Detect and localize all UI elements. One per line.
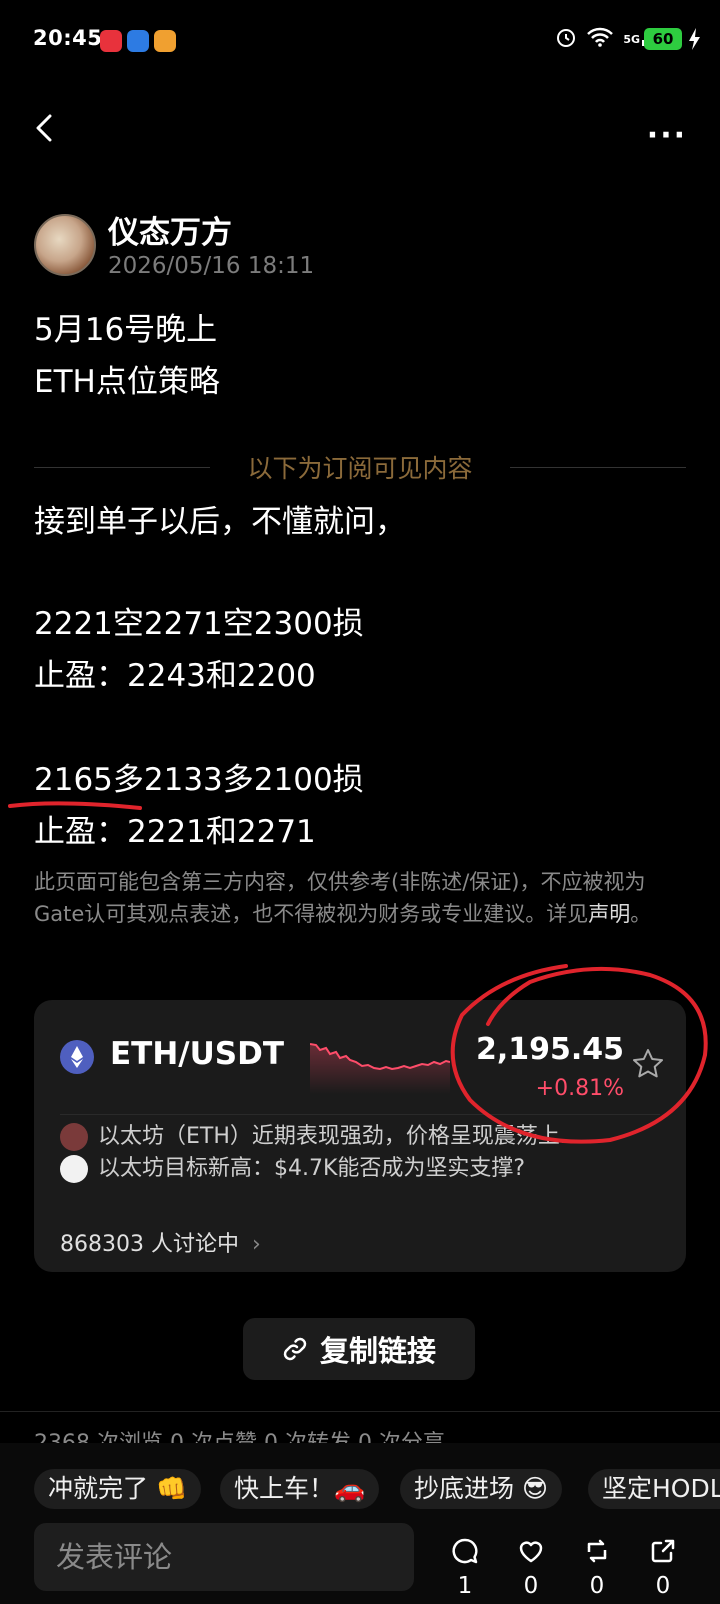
- link-icon: [283, 1337, 307, 1361]
- disclaimer-link[interactable]: 声明: [588, 902, 630, 926]
- author-name[interactable]: 仪态万方: [108, 207, 232, 252]
- news-title: 以太坊目标新高：$4.7K能否成为坚实支撑?: [98, 1156, 526, 1181]
- disclaimer: 此页面可能包含第三方内容，仅供参考(非陈述/保证)，不应被视为Gate认可其观点…: [34, 866, 684, 930]
- separator: [0, 1411, 720, 1412]
- battery-indicator: 60: [644, 28, 682, 50]
- content-line: 止盈：2221和2271: [34, 814, 316, 850]
- comment-input[interactable]: 发表评论: [34, 1523, 414, 1591]
- app-notification-icon: [100, 30, 122, 52]
- comment-count: 1: [457, 1573, 473, 1599]
- news-title: 以太坊（ETH）近期表现强劲，价格呈现震荡上...: [98, 1124, 581, 1149]
- like-count: 0: [523, 1573, 539, 1599]
- card-divider: [60, 1114, 660, 1115]
- copy-link-button[interactable]: 复制链接: [243, 1318, 475, 1380]
- repost-count: 0: [589, 1573, 605, 1599]
- favorite-star-icon[interactable]: [630, 1046, 666, 1082]
- ticker-pair: ETH/USDT: [110, 1036, 284, 1072]
- status-bar: 20:45 5G 60: [0, 0, 720, 82]
- charging-icon: [689, 28, 700, 50]
- content-line: 2165多2133多2100损: [34, 762, 364, 798]
- news-item[interactable]: 以太坊（ETH）近期表现强劲，价格呈现震荡上...: [60, 1118, 581, 1151]
- post-title: 5月16号晚上 ETH点位策略: [34, 304, 220, 408]
- post-stats: 2368 次浏览 0 次点赞 0 次转发 0 次分享: [34, 1425, 445, 1443]
- author-avatar[interactable]: [34, 214, 96, 276]
- alarm-icon: [557, 29, 576, 47]
- bottom-bar: 冲就完了 👊 快上车！🚗 抄底进场 😎 坚定HODL 发表评论 1 0 0 0: [0, 1443, 720, 1604]
- status-time: 20:45: [33, 26, 103, 50]
- post-title-line: 5月16号晚上: [34, 312, 218, 348]
- repost-action[interactable]: 0: [574, 1537, 620, 1599]
- heart-icon: [519, 1541, 543, 1563]
- discussion-text: 868303 人讨论中: [60, 1232, 239, 1257]
- like-action[interactable]: 0: [508, 1537, 554, 1599]
- comment-icon: [452, 1538, 478, 1564]
- disclaimer-tail: 。: [630, 902, 652, 926]
- ticker-card[interactable]: ETH/USDT 2,195.45 +0.81% 以太坊（ETH）近期表现强劲，…: [34, 1000, 686, 1272]
- eth-logo-icon: [60, 1040, 94, 1074]
- ticker-price: 2,195.45: [475, 1032, 624, 1067]
- post-title-line: ETH点位策略: [34, 364, 220, 400]
- price-sparkline: [310, 1043, 450, 1094]
- news-avatar: [60, 1155, 88, 1183]
- quick-reaction-chip[interactable]: 快上车！🚗: [220, 1469, 380, 1509]
- share-action[interactable]: 0: [640, 1537, 686, 1599]
- content-line: 接到单子以后，不懂就问，: [34, 504, 406, 540]
- repost-icon: [587, 1539, 607, 1563]
- comment-action[interactable]: 1: [442, 1537, 488, 1599]
- content-line: 止盈：2243和2200: [34, 658, 316, 694]
- copy-link-label: 复制链接: [319, 1334, 436, 1368]
- share-icon: [651, 1539, 675, 1563]
- share-count: 0: [655, 1573, 671, 1599]
- back-arrow-icon[interactable]: [30, 110, 60, 146]
- news-avatar: [60, 1123, 88, 1151]
- chevron-right-icon: ›: [251, 1232, 261, 1257]
- subscriber-divider: 以下为订阅可见内容: [247, 454, 473, 483]
- quick-reaction-chip[interactable]: 冲就完了 👊: [34, 1469, 202, 1509]
- quick-reaction-chip[interactable]: 坚定HODL: [588, 1469, 720, 1509]
- quick-reaction-chip[interactable]: 抄底进场 😎: [400, 1469, 563, 1509]
- discussion-count[interactable]: 868303 人讨论中 ›: [60, 1226, 261, 1258]
- post-date: 2026/05/16 18:11: [108, 253, 315, 279]
- app-notification-icon: [154, 30, 176, 52]
- wifi-icon: [587, 27, 614, 47]
- news-item[interactable]: 以太坊目标新高：$4.7K能否成为坚实支撑?: [60, 1150, 525, 1183]
- disclaimer-text: 此页面可能包含第三方内容，仅供参考(非陈述/保证)，不应被视为Gate认可其观点…: [34, 870, 646, 926]
- content-line: 2221空2271空2300损: [34, 606, 364, 642]
- more-options-icon[interactable]: ···: [647, 118, 687, 153]
- ticker-change: +0.81%: [535, 1076, 624, 1101]
- app-notification-icon: [127, 30, 149, 52]
